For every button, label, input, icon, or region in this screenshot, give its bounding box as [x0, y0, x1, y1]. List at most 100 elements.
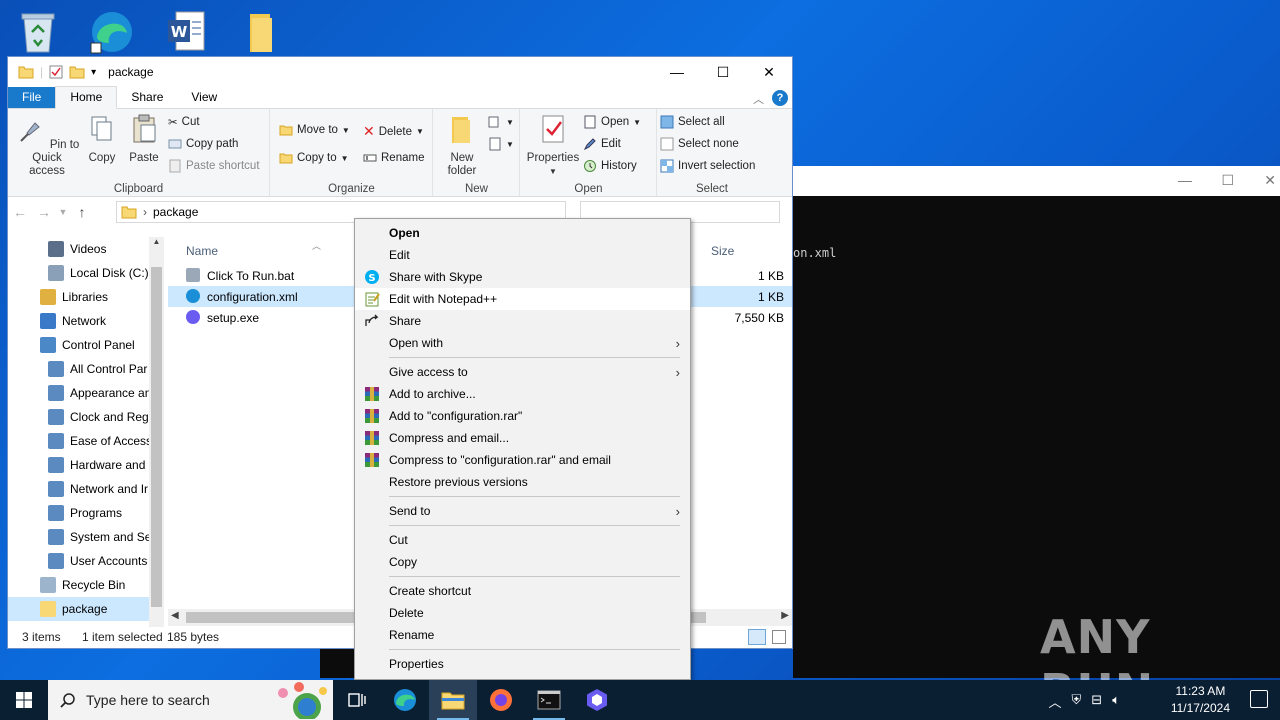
menu-item[interactable]: Share: [355, 310, 690, 332]
edit-button[interactable]: Edit: [583, 137, 621, 151]
copy-path-button[interactable]: Copy path: [168, 137, 238, 151]
chevron-down-icon[interactable]: ▾: [91, 67, 96, 78]
tab-view[interactable]: View: [177, 87, 231, 108]
column-size[interactable]: Size: [711, 244, 734, 258]
select-none-button[interactable]: Select none: [660, 137, 739, 151]
menu-item[interactable]: Delete: [355, 602, 690, 624]
properties-icon[interactable]: [49, 65, 63, 79]
menu-item[interactable]: Rename: [355, 624, 690, 646]
nav-scrollbar-thumb[interactable]: [151, 267, 162, 607]
maximize-icon[interactable]: ☐: [1221, 172, 1234, 189]
nav-item[interactable]: Videos: [8, 237, 164, 261]
notification-icon[interactable]: [1250, 690, 1268, 708]
nav-item[interactable]: Ease of Access: [8, 429, 164, 453]
nav-item[interactable]: Recycle Bin: [8, 573, 164, 597]
select-all-button[interactable]: Select all: [660, 115, 725, 129]
taskbar-clock[interactable]: 11:23 AM 11/17/2024: [1171, 683, 1230, 717]
close-button[interactable]: ✕: [746, 57, 792, 87]
menu-item[interactable]: S Share with Skype: [355, 266, 690, 288]
taskbar-app[interactable]: [573, 680, 621, 720]
nav-item[interactable]: Clock and Regi: [8, 405, 164, 429]
copy-button[interactable]: Copy: [84, 113, 120, 165]
nav-item[interactable]: User Accounts: [8, 549, 164, 573]
new-folder-button[interactable]: New folder: [440, 113, 484, 178]
paste-button[interactable]: Paste: [124, 113, 164, 165]
nav-item[interactable]: Libraries: [8, 285, 164, 309]
taskbar-firefox[interactable]: [477, 680, 525, 720]
edge-desktop-icon[interactable]: [86, 6, 138, 58]
nav-item[interactable]: Network and Ir: [8, 477, 164, 501]
properties-button[interactable]: Properties ▼: [525, 113, 581, 178]
menu-item[interactable]: Restore previous versions: [355, 471, 690, 493]
help-icon[interactable]: ?: [772, 90, 788, 106]
show-hidden-icons-icon[interactable]: ︿: [1049, 692, 1062, 711]
menu-item[interactable]: Add to "configuration.rar": [355, 405, 690, 427]
folder-desktop-icon[interactable]: [234, 6, 286, 58]
close-icon[interactable]: ✕: [1264, 172, 1276, 189]
tab-file[interactable]: File: [8, 87, 56, 108]
word-desktop-icon[interactable]: W: [160, 6, 212, 58]
nav-item[interactable]: package: [8, 597, 164, 621]
nav-item[interactable]: All Control Par: [8, 357, 164, 381]
menu-item[interactable]: Edit: [355, 244, 690, 266]
network-icon[interactable]: ⊟: [1091, 692, 1102, 711]
taskbar-search[interactable]: Type here to search: [48, 680, 333, 720]
minimize-button[interactable]: —: [654, 57, 700, 87]
nav-item[interactable]: Hardware and: [8, 453, 164, 477]
nav-item[interactable]: Programs: [8, 501, 164, 525]
large-icons-view-icon[interactable]: [772, 630, 786, 644]
taskbar-terminal[interactable]: [525, 680, 573, 720]
column-name[interactable]: Name: [186, 244, 218, 258]
delete-button[interactable]: ✕ Delete ▼: [363, 123, 424, 140]
menu-item[interactable]: Send to ›: [355, 500, 690, 522]
copy-to-button[interactable]: Copy to ▼: [279, 151, 349, 165]
rename-button[interactable]: Rename: [363, 151, 424, 165]
menu-item[interactable]: Properties: [355, 653, 690, 675]
nav-item[interactable]: Local Disk (C:): [8, 261, 164, 285]
scroll-right-icon[interactable]: ▶: [781, 610, 789, 621]
easy-access-button[interactable]: ▼: [488, 137, 514, 151]
collapse-ribbon-icon[interactable]: ︿: [753, 91, 764, 107]
tab-share[interactable]: Share: [117, 87, 177, 108]
menu-item[interactable]: Compress to "configuration.rar" and emai…: [355, 449, 690, 471]
minimize-icon[interactable]: —: [1178, 172, 1192, 188]
nav-scrollbar[interactable]: ▲: [149, 237, 164, 627]
terminal-window[interactable]: — ☐ ✕ on.xml: [793, 166, 1280, 678]
invert-selection-button[interactable]: Invert selection: [660, 159, 755, 173]
paste-shortcut-button[interactable]: Paste shortcut: [168, 159, 260, 173]
details-view-icon[interactable]: [748, 629, 766, 645]
menu-item[interactable]: Open: [355, 222, 690, 244]
nav-item[interactable]: System and Se: [8, 525, 164, 549]
menu-item[interactable]: Edit with Notepad++: [355, 288, 690, 310]
taskbar-file-explorer[interactable]: [429, 680, 477, 720]
task-view-button[interactable]: [333, 680, 381, 720]
pin-quick-access-button[interactable]: Pin to Quick access: [14, 113, 80, 178]
move-to-button[interactable]: Move to ▼: [279, 123, 350, 137]
nav-item[interactable]: Network: [8, 309, 164, 333]
menu-item[interactable]: Compress and email...: [355, 427, 690, 449]
taskbar-edge[interactable]: [381, 680, 429, 720]
volume-icon[interactable]: 🔈︎: [1112, 692, 1120, 711]
maximize-button[interactable]: ☐: [700, 57, 746, 87]
breadcrumb[interactable]: package: [153, 205, 198, 219]
menu-item[interactable]: Give access to ›: [355, 361, 690, 383]
menu-item[interactable]: Add to archive...: [355, 383, 690, 405]
recent-chevron-icon[interactable]: ▼: [56, 207, 70, 217]
defender-icon[interactable]: ⛨: [1072, 692, 1082, 711]
scroll-left-icon[interactable]: ◀: [171, 610, 179, 621]
menu-item[interactable]: Cut: [355, 529, 690, 551]
forward-arrow-icon[interactable]: →: [32, 204, 56, 220]
recycle-bin-desktop-icon[interactable]: [12, 6, 64, 58]
tab-home[interactable]: Home: [55, 86, 118, 109]
menu-item[interactable]: Open with ›: [355, 332, 690, 354]
menu-item[interactable]: Copy: [355, 551, 690, 573]
back-arrow-icon[interactable]: ←: [8, 204, 32, 220]
menu-item[interactable]: Create shortcut: [355, 580, 690, 602]
new-item-button[interactable]: ▼: [488, 115, 514, 129]
up-arrow-icon[interactable]: ↑: [70, 204, 94, 220]
nav-item[interactable]: Control Panel: [8, 333, 164, 357]
history-button[interactable]: History: [583, 159, 637, 173]
nav-item[interactable]: Appearance an: [8, 381, 164, 405]
start-button[interactable]: [0, 680, 48, 720]
open-button[interactable]: Open ▼: [583, 115, 641, 129]
